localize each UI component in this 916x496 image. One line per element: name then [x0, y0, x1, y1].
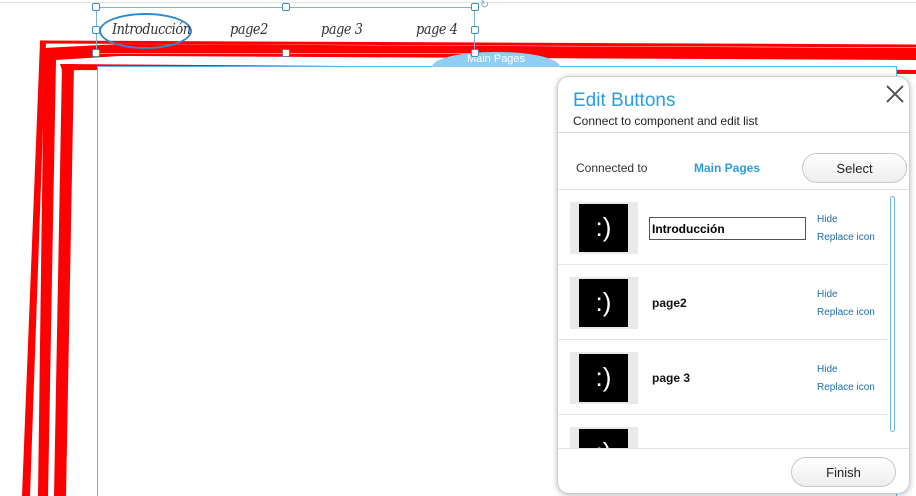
- resize-handle-bottom-center[interactable]: [282, 49, 290, 57]
- list-item: :) Hide Replace icon: [558, 190, 888, 265]
- resize-handle-top-center[interactable]: [282, 3, 290, 11]
- panel-divider: [558, 132, 909, 133]
- button-icon-thumbnail[interactable]: :): [570, 277, 638, 329]
- edit-buttons-panel: Edit Buttons Connect to component and ed…: [557, 76, 910, 494]
- resize-handle-top-left[interactable]: [92, 3, 100, 11]
- hide-link[interactable]: Hide: [817, 289, 838, 300]
- replace-icon-link[interactable]: Replace icon: [817, 307, 875, 318]
- connected-to-label: Connected to: [576, 161, 648, 175]
- replace-icon-link[interactable]: Replace icon: [817, 382, 875, 393]
- page-tab-label: Main Pages: [466, 53, 526, 65]
- button-icon-thumbnail[interactable]: :): [570, 352, 638, 404]
- list-item: :) page 3 Hide Replace icon: [558, 340, 888, 415]
- panel-subtitle: Connect to component and edit list: [573, 114, 758, 128]
- list-scrollbar[interactable]: [890, 196, 895, 432]
- resize-handle-middle-right[interactable]: [471, 26, 479, 34]
- smiley-icon: :): [579, 429, 628, 448]
- smiley-icon: :): [579, 204, 628, 252]
- button-name-label[interactable]: page2: [652, 296, 687, 310]
- menu-selection-box[interactable]: [96, 7, 475, 54]
- resize-handle-middle-left[interactable]: [92, 26, 100, 34]
- hide-link[interactable]: Hide: [817, 214, 838, 225]
- page-tab-main-pages[interactable]: Main Pages: [432, 52, 560, 67]
- buttons-list: :) Hide Replace icon :) page2 Hide Repla…: [558, 189, 909, 449]
- select-button[interactable]: Select: [802, 153, 907, 183]
- finish-button[interactable]: Finish: [791, 457, 896, 487]
- resize-handle-bottom-left[interactable]: [92, 49, 100, 57]
- smiley-icon: :): [579, 354, 628, 402]
- rotate-icon[interactable]: ↻: [480, 0, 492, 11]
- connected-to-value: Main Pages: [694, 161, 761, 175]
- list-item: :) page2 Hide Replace icon: [558, 265, 888, 340]
- smiley-icon: :): [579, 279, 628, 327]
- button-icon-thumbnail[interactable]: :): [570, 427, 638, 448]
- replace-icon-link[interactable]: Replace icon: [817, 232, 875, 243]
- button-name-label[interactable]: page 3: [652, 371, 690, 385]
- button-name-input[interactable]: [649, 217, 806, 240]
- panel-title: Edit Buttons: [573, 90, 676, 111]
- close-icon[interactable]: [884, 83, 906, 105]
- button-icon-thumbnail[interactable]: :): [570, 202, 638, 254]
- hide-link[interactable]: Hide: [817, 364, 838, 375]
- resize-handle-top-right[interactable]: [471, 3, 479, 11]
- list-item: :): [558, 415, 888, 448]
- resize-handle-bottom-right[interactable]: [471, 49, 479, 57]
